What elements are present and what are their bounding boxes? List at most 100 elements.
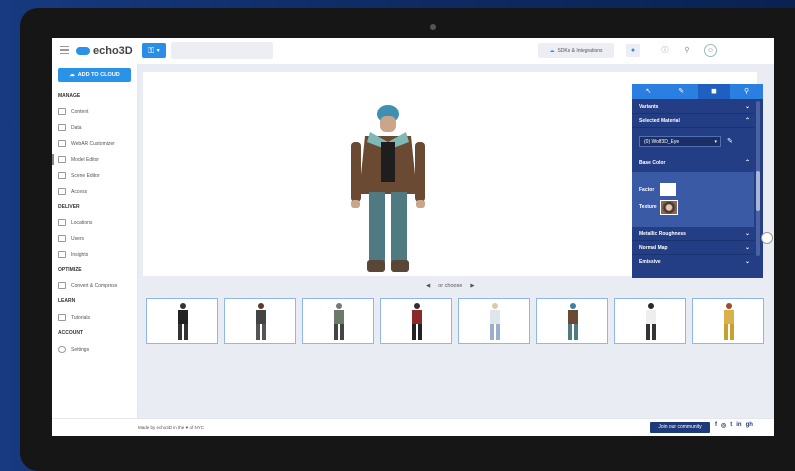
add-to-cloud-button[interactable]: ☁ ADD TO CLOUD <box>58 68 131 82</box>
cloud-upload-icon: ☁ <box>69 72 75 78</box>
sidebar-item-label: WebAR Customizer <box>71 140 115 147</box>
panel-scrollbar[interactable] <box>756 101 760 256</box>
choose-label: or choose <box>438 283 463 289</box>
sidebar-item-data[interactable]: Data <box>58 124 82 131</box>
chevron-up-icon: ⌃ <box>744 160 750 166</box>
transform-icon[interactable]: ↖ <box>632 84 665 99</box>
metallic-row[interactable]: Metallic Roughness ⌄ <box>632 228 754 241</box>
search-input[interactable] <box>171 42 273 59</box>
scrollbar-thumb[interactable] <box>756 171 760 211</box>
model-thumbnail[interactable] <box>614 298 686 344</box>
model-thumbnail[interactable] <box>458 298 530 344</box>
sidebar-item-insights[interactable]: Insights <box>58 251 88 258</box>
prev-arrow-icon[interactable]: ◀ <box>426 283 430 289</box>
key-button[interactable]: ⚿ ▾ <box>142 43 166 58</box>
chevron-down-icon: ⌄ <box>744 259 750 265</box>
sidebar-item-label: Tutorials <box>71 314 90 321</box>
model-thumbnail[interactable] <box>536 298 608 344</box>
user-icon <box>58 235 66 242</box>
grid-icon <box>58 172 66 179</box>
sidebar-item-locations[interactable]: Locations <box>58 219 92 226</box>
sidebar-item-model-editor[interactable]: Model Editor <box>52 154 99 165</box>
model-viewer[interactable]: ↖ ✎ ◼ ⚲ Variants ⌄ Selected Material ⌃ (0)… <box>143 72 763 278</box>
hamburger-icon[interactable] <box>60 46 69 54</box>
grid-icon <box>58 140 66 147</box>
sdk-button[interactable]: ☁ SDKs & Integrations <box>538 43 614 58</box>
normal-map-label: Normal Map <box>639 245 668 251</box>
search-icon[interactable]: ⚲ <box>730 84 763 99</box>
model-thumbnail[interactable] <box>146 298 218 344</box>
material-select[interactable]: (0) Wolf3D_Eye ▾ <box>639 136 721 147</box>
search-icon[interactable]: ⚲ <box>680 44 694 57</box>
notification-icon[interactable]: ● <box>626 44 640 57</box>
facebook-icon[interactable]: f <box>715 422 717 429</box>
metallic-label: Metallic Roughness <box>639 231 686 237</box>
camera-dot <box>430 24 436 30</box>
social-links: f ◎ t in gh <box>715 422 753 429</box>
variants-row[interactable]: Variants ⌄ <box>632 101 754 114</box>
sidebar-item-label: Locations <box>71 219 93 226</box>
sidebar-item-tutorials[interactable]: Tutorials <box>58 314 90 321</box>
twitter-icon[interactable]: t <box>730 422 732 429</box>
model-thumbnail[interactable] <box>302 298 374 344</box>
palette-icon[interactable]: ◼ <box>697 84 731 99</box>
sidebar-item-label: Users <box>71 235 85 242</box>
sidebar: ☁ ADD TO CLOUD MANAGE Content Data WebAR… <box>52 64 138 418</box>
made-by-text: Made by echo3D in the ♥ of NYC <box>138 425 204 430</box>
selected-material-row[interactable]: Selected Material ⌃ <box>632 115 754 128</box>
emissive-label: Emissive <box>639 259 661 265</box>
edit-icon <box>58 314 66 321</box>
github-icon[interactable]: gh <box>746 422 753 429</box>
convert-icon <box>58 282 66 289</box>
sidebar-item-scene-editor[interactable]: Scene Editor <box>58 172 100 179</box>
section-learn: LEARN <box>58 298 76 304</box>
cloud-icon: ☁ <box>549 47 555 54</box>
footer: Made by echo3D in the ♥ of NYC Join our … <box>52 418 774 436</box>
app-screen: echo3D ⚿ ▾ ☁ SDKs & Integrations ● ⓘ ⚲ ☺… <box>52 38 774 436</box>
model-thumbnail[interactable] <box>692 298 764 344</box>
next-arrow-icon[interactable]: ▶ <box>470 283 474 289</box>
pencil-icon[interactable]: ✎ <box>727 137 733 145</box>
model-thumbnails <box>146 298 764 344</box>
sidebar-item-label: Data <box>71 124 82 131</box>
material-panel: ↖ ✎ ◼ ⚲ Variants ⌄ Selected Material ⌃ (0)… <box>632 84 763 278</box>
section-optimize: OPTIMIZE <box>58 267 82 273</box>
edit-icon <box>58 124 66 131</box>
user-icon[interactable]: ☺ <box>704 44 717 57</box>
main-area: ↖ ✎ ◼ ⚲ Variants ⌄ Selected Material ⌃ (0)… <box>138 64 774 418</box>
character-model[interactable] <box>343 102 433 282</box>
join-community-button[interactable]: Join our community <box>650 422 710 433</box>
sidebar-item-label: Settings <box>71 346 90 353</box>
sidebar-item-access[interactable]: Access <box>58 188 87 195</box>
section-account: ACCOUNT <box>58 330 83 336</box>
section-manage: MANAGE <box>58 93 81 99</box>
side-handle-icon[interactable] <box>761 232 773 244</box>
sidebar-item-content[interactable]: Content <box>58 108 89 115</box>
emissive-row[interactable]: Emissive ⌄ <box>632 256 754 269</box>
factor-swatch[interactable] <box>660 183 676 196</box>
instagram-icon[interactable]: ◎ <box>721 422 726 429</box>
logo[interactable]: echo3D <box>76 43 133 59</box>
sidebar-item-settings[interactable]: Settings <box>58 346 89 353</box>
sidebar-item-label: Content <box>71 108 89 115</box>
linkedin-icon[interactable]: in <box>736 422 741 429</box>
chevron-down-icon: ⌄ <box>744 245 750 251</box>
texture-label: Texture <box>639 204 657 210</box>
factor-label: Factor <box>639 187 655 193</box>
variants-label: Variants <box>639 104 659 110</box>
pencil-icon[interactable]: ✎ <box>665 84 698 99</box>
sidebar-item-convert[interactable]: Convert & Compress <box>58 282 117 289</box>
model-thumbnail[interactable] <box>380 298 452 344</box>
base-color-row[interactable]: Base Color ⌃ <box>632 157 754 170</box>
texture-swatch[interactable] <box>660 200 678 215</box>
chevron-up-icon: ⌃ <box>744 118 750 124</box>
home-icon <box>58 188 66 195</box>
normal-map-row[interactable]: Normal Map ⌄ <box>632 242 754 255</box>
sidebar-item-webar[interactable]: WebAR Customizer <box>58 140 115 147</box>
info-icon[interactable]: ⓘ <box>658 44 672 57</box>
section-deliver: DELIVER <box>58 204 80 210</box>
selected-material-label: Selected Material <box>639 118 680 124</box>
model-thumbnail[interactable] <box>224 298 296 344</box>
sidebar-item-users[interactable]: Users <box>58 235 84 242</box>
sidebar-item-label: Scene Editor <box>71 172 100 179</box>
